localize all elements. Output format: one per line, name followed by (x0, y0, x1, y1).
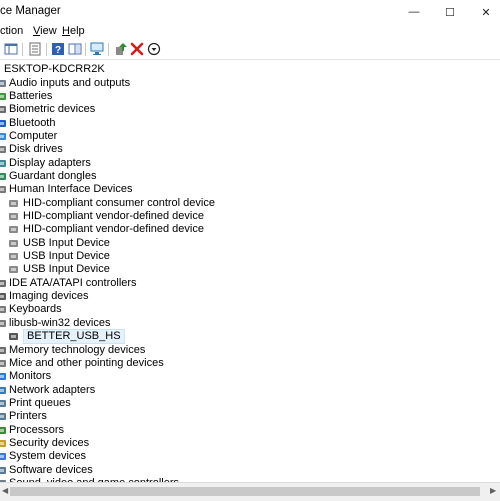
software-device-icon (0, 465, 7, 476)
tree-item-label: Mice and other pointing devices (9, 356, 164, 369)
show-hide-console-tree-icon[interactable] (4, 42, 18, 56)
tree-item-label: Display adapters (9, 156, 91, 169)
ide-controller-icon (0, 278, 7, 289)
menu-action[interactable]: ction (0, 25, 23, 37)
camera-icon (0, 291, 7, 302)
dongle-icon (0, 171, 7, 182)
monitor-icon (0, 371, 7, 382)
display-adapter-icon (0, 158, 7, 169)
hid-device-icon (8, 224, 19, 235)
horizontal-scrollbar[interactable]: ◀ ▶ (0, 482, 500, 501)
tree-item-label: USB Input Device (23, 263, 110, 276)
tree-item-label: USB Input Device (23, 250, 110, 263)
tree-item-label: Batteries (9, 89, 53, 102)
menu-bar: ction View Help (0, 24, 500, 40)
tree-item-label: Memory technology devices (9, 343, 146, 356)
update-driver-icon[interactable] (114, 42, 128, 56)
tree-item-label: Network adapters (9, 383, 96, 396)
menu-help[interactable]: Help (62, 25, 85, 37)
hid-device-icon (8, 264, 19, 275)
tree-item-label: System devices (9, 450, 87, 463)
tree-item-label: Printers (9, 410, 47, 423)
toolbar: ? (0, 40, 500, 60)
tree-item-label: Keyboards (9, 303, 62, 316)
keyboard-icon (0, 304, 7, 315)
memory-icon (0, 345, 7, 356)
tree-item-label: Computer (9, 129, 58, 142)
toolbar-separator (22, 43, 23, 56)
tree-root-label: ESKTOP-KDCRR2K (4, 63, 105, 75)
printer-icon (0, 398, 7, 409)
hid-icon (0, 184, 7, 195)
printer-icon (0, 411, 7, 422)
menu-help-accel: H (62, 25, 70, 37)
speaker-icon (0, 78, 7, 89)
hid-device-icon (8, 238, 19, 249)
svg-text:?: ? (55, 45, 61, 56)
device-tree[interactable]: ESKTOP-KDCRR2K Audio inputs and outputs B… (0, 60, 500, 482)
menu-view-label: iew (40, 25, 57, 37)
hid-device-icon (8, 198, 19, 209)
hid-device-icon (8, 251, 19, 262)
tree-item-label: HID-compliant vendor-defined device (23, 210, 204, 222)
usb-device-icon (0, 318, 7, 329)
system-devices-icon (0, 451, 7, 462)
uninstall-device-icon[interactable] (130, 42, 144, 56)
toolbar-separator (85, 43, 86, 56)
scroll-left-icon[interactable]: ◀ (2, 486, 8, 495)
hid-device-icon (8, 211, 19, 222)
tree-item-label: IDE ATA/ATAPI controllers (9, 276, 137, 289)
maximize-button[interactable]: ☐ (436, 0, 464, 24)
scroll-right-icon[interactable]: ▶ (490, 486, 496, 495)
tree-item-label: BETTER_USB_HS (23, 329, 125, 345)
bluetooth-icon (0, 118, 7, 129)
tree-item-label: Disk drives (9, 143, 63, 156)
tree-item-label: Biometric devices (9, 103, 96, 116)
fingerprint-icon (0, 104, 7, 115)
minimize-button[interactable]: — (400, 0, 428, 24)
properties-icon[interactable] (28, 42, 42, 56)
tree-item-label: Imaging devices (9, 290, 89, 303)
tree-item-label: Human Interface Devices (9, 183, 133, 196)
tree-item-label: HID-compliant consumer control device (23, 196, 215, 209)
menu-view[interactable]: View (33, 25, 57, 37)
scrollbar-thumb[interactable] (10, 487, 480, 496)
help-icon[interactable]: ? (51, 42, 65, 56)
enable-device-icon[interactable] (147, 42, 161, 56)
tree-item-label: Processors (9, 423, 65, 436)
disk-drive-icon (0, 144, 7, 155)
tree-item-label: Audio inputs and outputs (9, 76, 131, 89)
tree-item-label: Guardant dongles (9, 169, 97, 182)
mouse-icon (0, 358, 7, 369)
menu-action-label: ction (0, 25, 24, 37)
tree-item-label: Monitors (9, 370, 52, 383)
toolbar-separator (46, 43, 47, 56)
tree-item-label: Software devices (9, 463, 93, 476)
usb-plug-icon (8, 331, 19, 342)
title-bar: ce Manager — ☐ ✕ (0, 0, 500, 24)
tree-item-label: Bluetooth (9, 116, 56, 129)
tree-item-label: HID-compliant vendor-defined device (23, 223, 204, 236)
tree-item-label: Security devices (9, 436, 90, 449)
tree-item-label: libusb-win32 devices (9, 316, 111, 329)
tree-item-label: Print queues (9, 396, 71, 409)
window-title: ce Manager (0, 5, 61, 17)
close-button[interactable]: ✕ (472, 0, 500, 24)
tree-item-label: USB Input Device (23, 236, 110, 249)
key-icon (0, 438, 7, 449)
scan-hardware-icon[interactable] (90, 42, 104, 56)
toggle-view-icon[interactable] (68, 42, 82, 56)
processor-icon (0, 425, 7, 436)
network-adapter-icon (0, 385, 7, 396)
battery-icon (0, 91, 7, 102)
menu-help-label: elp (69, 25, 85, 37)
computer-icon (0, 131, 7, 142)
toolbar-separator (108, 43, 109, 56)
